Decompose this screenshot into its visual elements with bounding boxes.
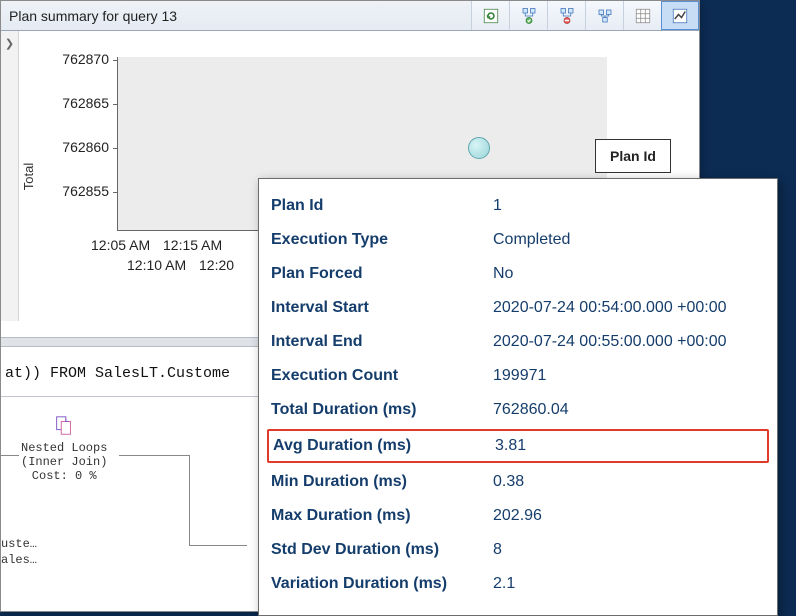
- tooltip-value: 3.81: [495, 437, 526, 455]
- tooltip-value: 0.38: [493, 473, 524, 491]
- xtick: 12:05 AM: [91, 237, 150, 253]
- plan-node-op: Nested Loops: [21, 441, 107, 455]
- ytick: 762865: [39, 95, 109, 111]
- tooltip-row: Execution TypeCompleted: [271, 223, 765, 257]
- tooltip-row: Plan ForcedNo: [271, 257, 765, 291]
- tooltip-value: 8: [493, 541, 502, 559]
- tooltip-label: Execution Count: [271, 367, 493, 385]
- xtick: 12:20: [199, 257, 234, 273]
- tooltip-value: No: [493, 265, 513, 283]
- metric-select-icon: [558, 7, 576, 25]
- window-title: Plan summary for query 13: [9, 8, 177, 24]
- tooltip-value: 2020-07-24 00:55:00.000 +00:00: [493, 333, 727, 351]
- titlebar: Plan summary for query 13: [1, 1, 699, 31]
- toolbar: [471, 1, 699, 30]
- tooltip-row: Std Dev Duration (ms)8: [271, 533, 765, 567]
- tooltip-label: Total Duration (ms): [271, 401, 493, 419]
- tooltip-row: Execution Count199971: [271, 359, 765, 393]
- collapse-handle[interactable]: ❯: [1, 31, 19, 321]
- tooltip-row: Max Duration (ms)202.96: [271, 499, 765, 533]
- trace-toggle-icon: [520, 7, 538, 25]
- datapoint-tooltip: Plan Id1Execution TypeCompletedPlan Forc…: [258, 178, 778, 616]
- sql-fragment: at)) FROM SalesLT.Custome: [5, 365, 230, 382]
- tooltip-label: Max Duration (ms): [271, 507, 493, 525]
- ytick: 762860: [39, 139, 109, 155]
- grid-view-button[interactable]: [623, 1, 661, 30]
- ytick: 762870: [39, 51, 109, 67]
- ytick: 762855: [39, 183, 109, 199]
- legend: Plan Id: [595, 139, 671, 173]
- tooltip-row: Interval Start2020-07-24 00:54:00.000 +0…: [271, 291, 765, 325]
- xtick: 12:10 AM: [127, 257, 186, 273]
- tooltip-label: Execution Type: [271, 231, 493, 249]
- refresh-button[interactable]: [471, 1, 509, 30]
- tooltip-value: 202.96: [493, 507, 542, 525]
- tooltip-row: Plan Id1: [271, 189, 765, 223]
- refresh-icon: [482, 7, 500, 25]
- plan-leaf: ales…: [1, 553, 37, 567]
- tooltip-row: Variation Duration (ms)2.1: [271, 567, 765, 601]
- tooltip-value: 762860.04: [493, 401, 569, 419]
- chart-view-icon: [671, 7, 689, 25]
- tooltip-value: 199971: [493, 367, 546, 385]
- xtick: 12:15 AM: [163, 237, 222, 253]
- trace-toggle-button[interactable]: [509, 1, 547, 30]
- tooltip-label: Interval End: [271, 333, 493, 351]
- plan-leaf: uste…: [1, 537, 37, 551]
- tooltip-row: Interval End2020-07-24 00:55:00.000 +00:…: [271, 325, 765, 359]
- plan-node-cost: Cost: 0 %: [21, 469, 107, 483]
- tooltip-label: Plan Forced: [271, 265, 493, 283]
- chevron-right-icon: ❯: [5, 37, 14, 50]
- y-axis-label-container: Total: [19, 31, 39, 321]
- tooltip-label: Min Duration (ms): [271, 473, 493, 491]
- tooltip-row: Avg Duration (ms)3.81: [267, 429, 769, 463]
- plan-node-join: (Inner Join): [21, 455, 107, 469]
- tooltip-row: Total Duration (ms)762860.04: [271, 393, 765, 427]
- group-icon: [596, 7, 614, 25]
- group-button[interactable]: [585, 1, 623, 30]
- tooltip-row: Min Duration (ms)0.38: [271, 465, 765, 499]
- tooltip-label: Avg Duration (ms): [273, 437, 495, 455]
- metric-select-button[interactable]: [547, 1, 585, 30]
- chart-view-button[interactable]: [661, 1, 699, 30]
- tooltip-value: 2020-07-24 00:54:00.000 +00:00: [493, 299, 727, 317]
- plan-node-nested-loops[interactable]: Nested Loops (Inner Join) Cost: 0 %: [21, 415, 107, 483]
- y-axis-label: Total: [22, 162, 37, 189]
- nested-loops-icon: [53, 415, 75, 437]
- tooltip-label: Interval Start: [271, 299, 493, 317]
- tooltip-value: 1: [493, 197, 502, 215]
- data-point[interactable]: [468, 137, 490, 159]
- tooltip-label: Std Dev Duration (ms): [271, 541, 493, 559]
- tooltip-label: Plan Id: [271, 197, 493, 215]
- tooltip-value: 2.1: [493, 575, 515, 593]
- tooltip-value: Completed: [493, 231, 570, 249]
- tooltip-label: Variation Duration (ms): [271, 575, 493, 593]
- grid-view-icon: [634, 7, 652, 25]
